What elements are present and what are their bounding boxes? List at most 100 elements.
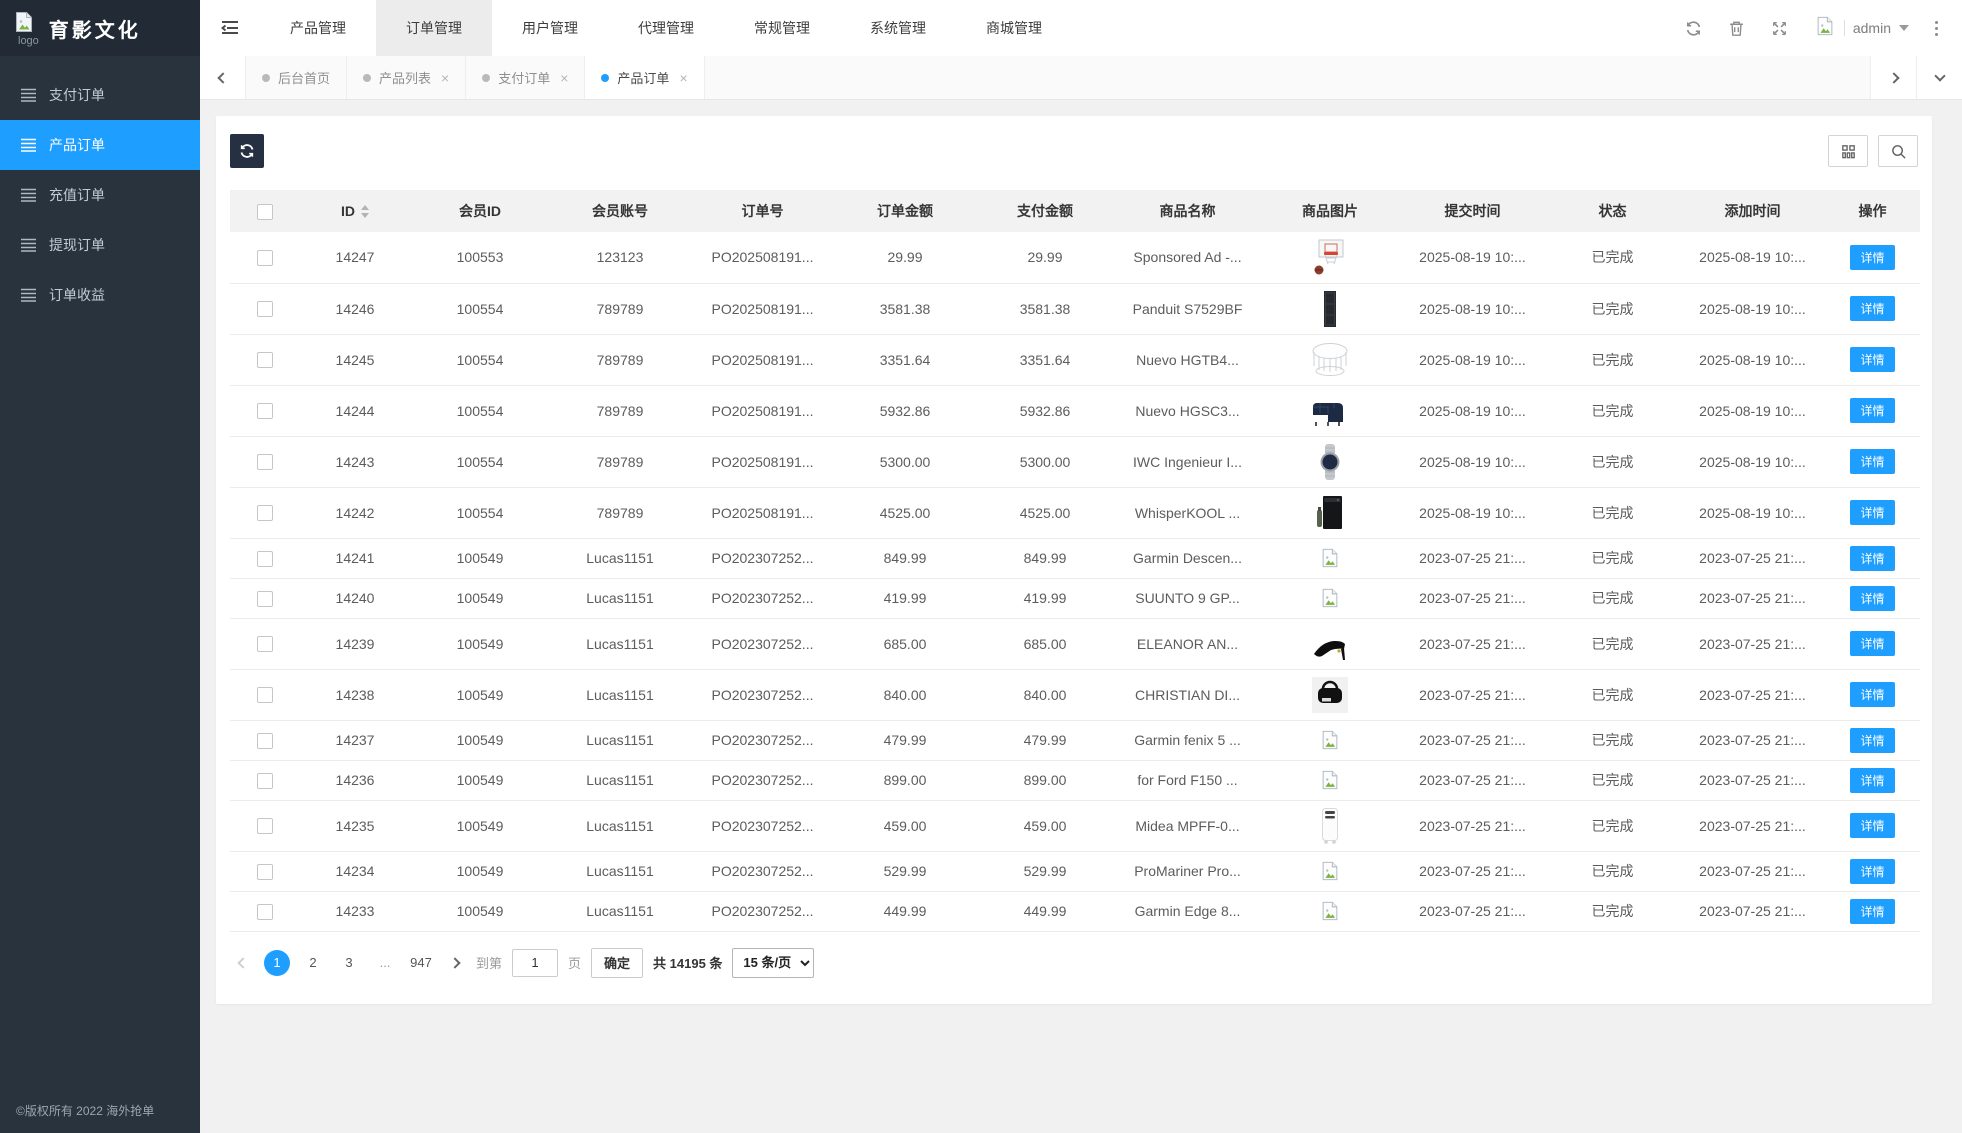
row-checkbox[interactable] [257,352,273,368]
top-nav-item-6[interactable]: 商城管理 [956,0,1072,56]
broken-image [1319,729,1341,751]
sidebar-item-1[interactable]: 产品订单 [0,120,200,170]
cell-product-image [1260,385,1400,436]
app-logo: logo 育影文化 [0,0,200,56]
tabs-scroll-right-icon[interactable] [1870,56,1916,99]
detail-button[interactable]: 详情 [1850,813,1894,838]
app-title: 育影文化 [49,14,141,43]
detail-button[interactable]: 详情 [1850,586,1894,611]
detail-button[interactable]: 详情 [1850,631,1894,656]
top-nav-item-5[interactable]: 系统管理 [840,0,956,56]
user-menu[interactable]: admin [1814,15,1909,42]
refresh-icon[interactable] [1685,20,1702,37]
top-nav-item-2[interactable]: 用户管理 [492,0,608,56]
trash-icon[interactable] [1728,20,1745,37]
detail-button[interactable]: 详情 [1850,768,1894,793]
id-sort-header[interactable]: ID [341,203,369,219]
top-nav-item-4[interactable]: 常规管理 [724,0,840,56]
row-checkbox[interactable] [257,551,273,567]
top-nav-item-1[interactable]: 订单管理 [376,0,492,56]
row-checkbox[interactable] [257,505,273,521]
tab-1[interactable]: 产品列表× [347,56,466,99]
cell-action: 详情 [1825,436,1920,487]
row-checkbox[interactable] [257,250,273,266]
cell-submitted: 2023-07-25 21:... [1400,669,1545,720]
row-checkbox[interactable] [257,687,273,703]
row-checkbox[interactable] [257,591,273,607]
cell-product: Garmin fenix 5 ... [1115,720,1260,760]
cell-member_id: 100549 [410,851,550,891]
row-checkbox[interactable] [257,904,273,920]
cell-account: 123123 [550,232,690,283]
detail-button[interactable]: 详情 [1850,500,1894,525]
detail-button[interactable]: 详情 [1850,245,1894,270]
table-row: 14239100549Lucas1151PO202307252...685.00… [230,618,1920,669]
page-number-1[interactable]: 1 [264,950,290,976]
cell-account: 789789 [550,334,690,385]
table-row: 14240100549Lucas1151PO202307252...419.99… [230,578,1920,618]
cell-id: 14243 [300,436,410,487]
cell-account: Lucas1151 [550,578,690,618]
sidebar-item-4[interactable]: 订单收益 [0,270,200,320]
cell-member_id: 100549 [410,891,550,931]
sort-icon[interactable] [361,205,369,218]
detail-button[interactable]: 详情 [1850,728,1894,753]
next-page-icon[interactable] [444,959,466,967]
close-tab-icon[interactable]: × [441,70,449,86]
detail-button[interactable]: 详情 [1850,347,1894,372]
cell-submitted: 2023-07-25 21:... [1400,891,1545,931]
search-button[interactable] [1878,135,1918,167]
total-count-label: 共 14195 条 [653,953,722,972]
prev-page-icon[interactable] [232,959,254,967]
columns-filter-button[interactable] [1828,135,1868,167]
row-checkbox[interactable] [257,301,273,317]
row-checkbox[interactable] [257,454,273,470]
tab-2[interactable]: 支付订单× [466,56,585,99]
row-checkbox[interactable] [257,818,273,834]
tab-0[interactable]: 后台首页 [246,56,347,99]
goto-confirm-button[interactable]: 确定 [591,948,643,978]
tabs-dropdown-icon[interactable] [1916,56,1962,99]
detail-button[interactable]: 详情 [1850,398,1894,423]
select-all-checkbox[interactable] [257,204,273,220]
page-number-2[interactable]: 2 [300,950,326,976]
page-number-947[interactable]: 947 [408,950,434,976]
cell-amount: 459.00 [835,800,975,851]
table-refresh-button[interactable] [230,134,264,168]
detail-button[interactable]: 详情 [1850,546,1894,571]
detail-button[interactable]: 详情 [1850,859,1894,884]
sidebar-item-3[interactable]: 提现订单 [0,220,200,270]
cell-id: 14244 [300,385,410,436]
cell-added: 2023-07-25 21:... [1680,720,1825,760]
row-checkbox[interactable] [257,403,273,419]
sidebar-collapse-icon[interactable] [200,20,260,36]
more-options-icon[interactable] [1935,21,1938,36]
detail-button[interactable]: 详情 [1850,682,1894,707]
cell-product-image [1260,538,1400,578]
cell-account: 789789 [550,385,690,436]
detail-button[interactable]: 详情 [1850,899,1894,924]
sidebar-item-0[interactable]: 支付订单 [0,70,200,120]
tab-3[interactable]: 产品订单× [585,56,704,99]
close-tab-icon[interactable]: × [679,70,687,86]
detail-button[interactable]: 详情 [1850,296,1894,321]
sidebar-item-2[interactable]: 充值订单 [0,170,200,220]
detail-button[interactable]: 详情 [1850,449,1894,474]
top-nav-item-0[interactable]: 产品管理 [260,0,376,56]
row-checkbox[interactable] [257,733,273,749]
top-nav-item-3[interactable]: 代理管理 [608,0,724,56]
page-number-3[interactable]: 3 [336,950,362,976]
fullscreen-icon[interactable] [1771,20,1788,37]
cell-id: 14240 [300,578,410,618]
page-size-select[interactable]: 15 条/页 [732,948,814,978]
close-tab-icon[interactable]: × [560,70,568,86]
table-row: 14246100554789789PO202508191...3581.3835… [230,283,1920,334]
goto-page-input[interactable] [512,949,558,977]
row-checkbox[interactable] [257,864,273,880]
row-select-cell [230,891,300,931]
tabs-scroll-left-icon[interactable] [200,56,246,99]
row-checkbox[interactable] [257,636,273,652]
cell-action: 详情 [1825,283,1920,334]
cell-id: 14245 [300,334,410,385]
row-checkbox[interactable] [257,773,273,789]
